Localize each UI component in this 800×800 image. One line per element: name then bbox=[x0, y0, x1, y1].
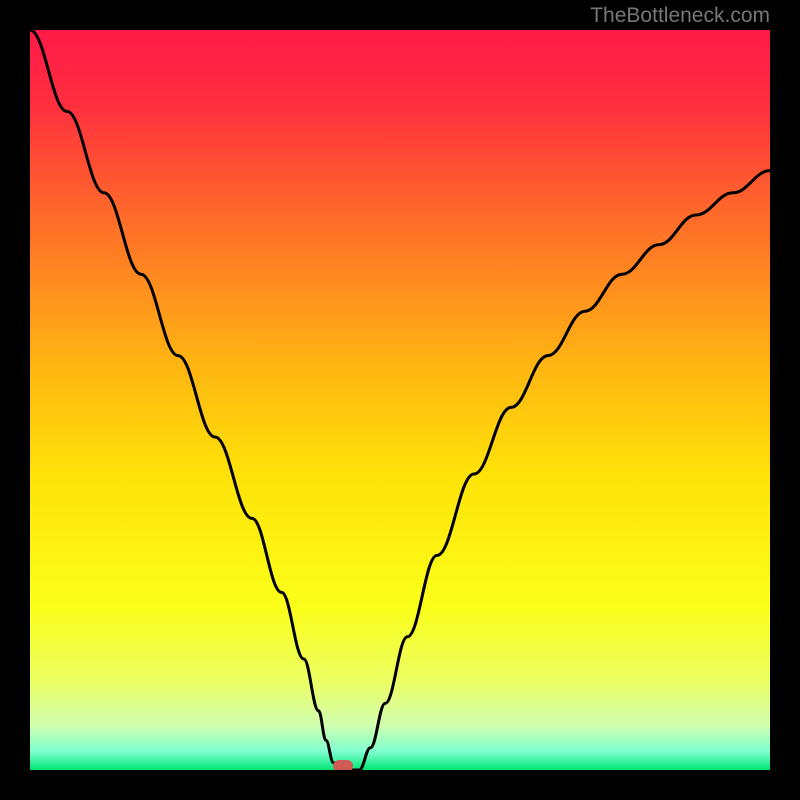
plot-area bbox=[30, 30, 770, 770]
watermark-text: TheBottleneck.com bbox=[590, 4, 770, 28]
optimum-marker bbox=[333, 760, 353, 770]
bottleneck-curve bbox=[30, 30, 770, 770]
curve-layer bbox=[30, 30, 770, 770]
